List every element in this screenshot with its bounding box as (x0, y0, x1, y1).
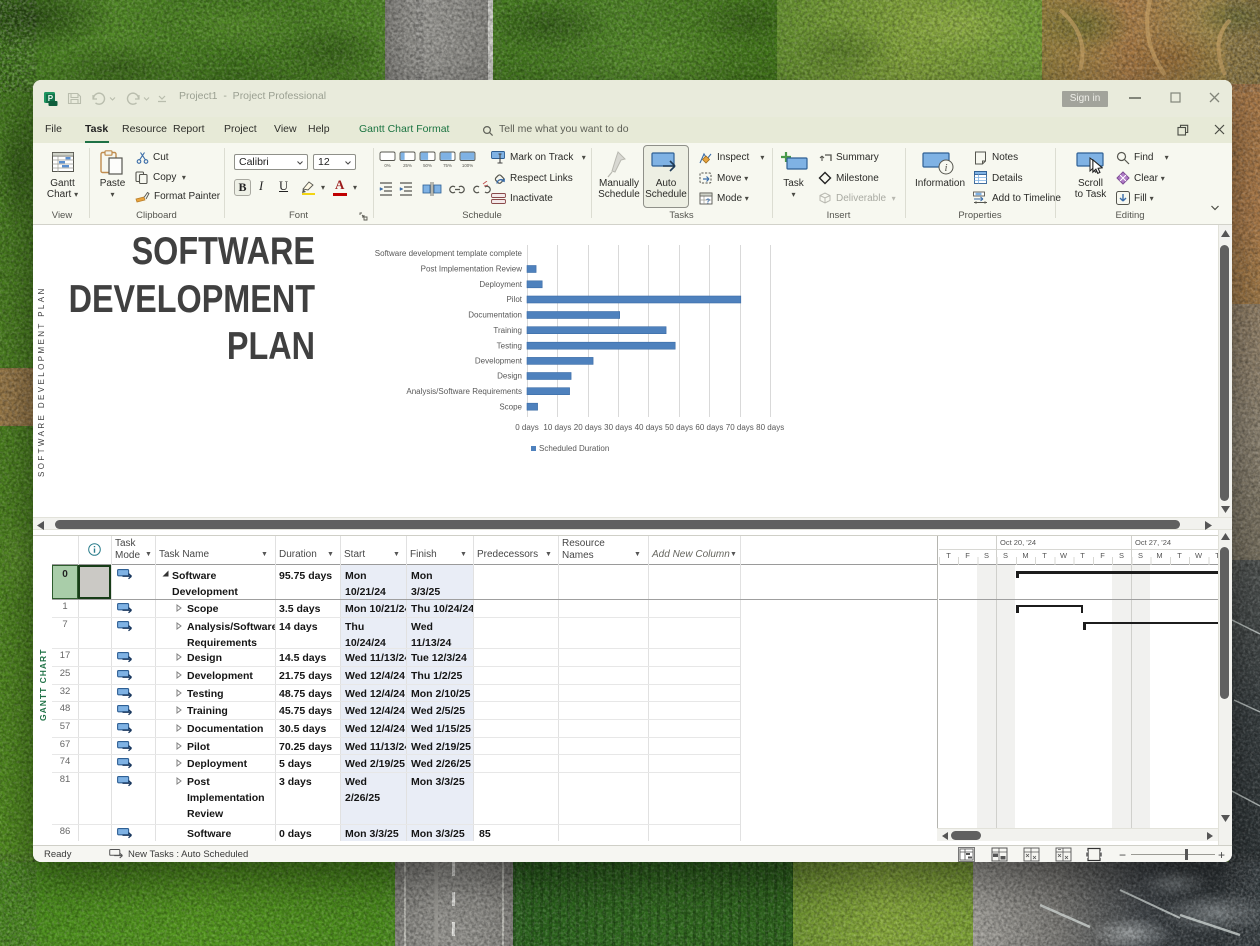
svg-text:Documentation: Documentation (468, 311, 522, 320)
svg-text:P: P (48, 94, 54, 103)
svg-text:Testing: Testing (497, 341, 522, 350)
svg-text:0 days: 0 days (515, 423, 539, 432)
svg-text:Training: Training (493, 326, 522, 335)
svg-text:Scope: Scope (499, 402, 522, 411)
svg-text:40 days: 40 days (635, 423, 663, 432)
svg-text:0%: 0% (384, 163, 390, 168)
svg-text:75%: 75% (443, 163, 452, 168)
svg-text:i: i (944, 162, 947, 174)
svg-text:70 days: 70 days (726, 423, 754, 432)
svg-text:Design: Design (497, 372, 522, 381)
svg-text:Scheduled Duration: Scheduled Duration (539, 444, 609, 453)
svg-text:80 days: 80 days (756, 423, 784, 432)
svg-text:50%: 50% (423, 163, 432, 168)
svg-text:60 days: 60 days (695, 423, 723, 432)
svg-text:10 days: 10 days (543, 423, 571, 432)
svg-text:Deployment: Deployment (479, 280, 522, 289)
svg-text:30 days: 30 days (604, 423, 632, 432)
svg-text:Pilot: Pilot (506, 295, 522, 304)
svg-text:25%: 25% (403, 163, 412, 168)
svg-text:Software development template: Software development template complete (375, 249, 523, 258)
svg-text:20 days: 20 days (574, 423, 602, 432)
svg-text:50 days: 50 days (665, 423, 693, 432)
svg-text:100%: 100% (462, 163, 473, 168)
svg-text:Post Implementation Review: Post Implementation Review (421, 265, 523, 274)
svg-text:Development: Development (475, 357, 523, 366)
svg-text:?: ? (706, 199, 710, 206)
svg-text:Analysis/Software Requirements: Analysis/Software Requirements (406, 387, 522, 396)
